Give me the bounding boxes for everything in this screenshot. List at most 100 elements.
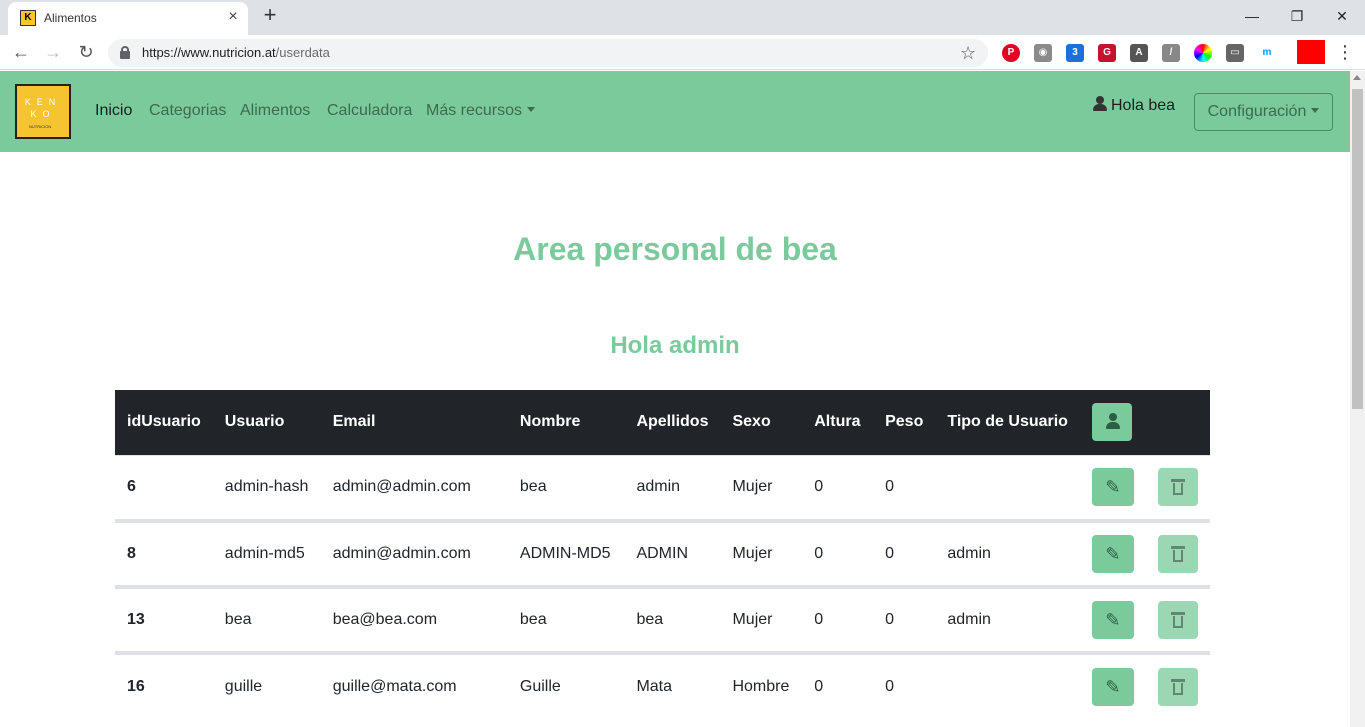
window-resizer-extension-icon[interactable]: ▭ (1226, 44, 1244, 62)
cell-nombre: ADMIN-MD5 (519, 545, 611, 562)
page-scrollbar[interactable] (1350, 71, 1365, 727)
cell-edit: ✎ (1080, 653, 1146, 719)
cell-tipo-usuario (935, 653, 1080, 719)
nav-link-categorias[interactable]: Categorias (149, 102, 226, 120)
cell-altura: 0 (814, 478, 824, 496)
profile-extension-icon[interactable] (1297, 40, 1325, 64)
cell-nombre: bea (519, 611, 547, 628)
cell-apellidos: bea (636, 611, 664, 628)
header-tipo-usuario: Tipo de Usuario (947, 413, 1068, 431)
cell-apellidos: Mata (636, 678, 673, 695)
reload-icon[interactable]: ↻ (74, 40, 98, 64)
cell-idusuario: 6 (127, 478, 136, 496)
delete-button[interactable] (1157, 535, 1198, 573)
cell-peso: 0 (885, 678, 894, 695)
cell-edit: ✎ (1080, 455, 1146, 521)
edit-button[interactable]: ✎ (1091, 468, 1134, 507)
delete-button[interactable] (1157, 668, 1198, 706)
header-sexo: Sexo (732, 413, 771, 431)
trash-icon (1170, 546, 1185, 562)
trash-icon (1170, 612, 1185, 628)
lock-icon (120, 46, 130, 59)
scrollbar-thumb[interactable] (1352, 89, 1363, 409)
header-idusuario: idUsuario (127, 413, 201, 431)
pencil-icon: ✎ (1105, 677, 1121, 697)
pencil-icon: ✎ (1105, 610, 1121, 630)
user-icon (1105, 413, 1120, 430)
table-row: 8 admin-md5 admin@admin.com ADMIN-MD5 AD… (115, 521, 1210, 587)
cell-apellidos: ADMIN (636, 545, 689, 562)
cell-email: guille@mata.com (332, 678, 457, 695)
url-text[interactable]: https://www.nutricion.at/userdata (142, 45, 330, 60)
header-peso: Peso (885, 413, 924, 431)
cell-email: bea@bea.com (332, 611, 438, 628)
cell-sexo: Mujer (732, 611, 773, 628)
nav-link-calculadora[interactable]: Calculadora (327, 102, 412, 120)
minimize-button[interactable]: — (1240, 4, 1264, 28)
edit-button[interactable]: ✎ (1091, 668, 1134, 706)
eyedropper-extension-icon[interactable]: / (1162, 44, 1180, 62)
nav-dropdown-label: Más recursos (426, 102, 523, 119)
restore-button[interactable]: ❐ (1285, 4, 1309, 28)
logo-text: KEN KO (24, 97, 62, 119)
pinterest-extension-icon[interactable]: P (1002, 44, 1020, 62)
font-extension-icon[interactable]: A (1130, 44, 1148, 62)
browser-menu-icon[interactable]: ⋮ (1336, 40, 1354, 64)
page-title: Area personal de bea (513, 231, 837, 267)
page-viewport: KEN KO NUTRICION Inicio Categorias Alime… (0, 71, 1350, 727)
new-tab-button[interactable]: + (258, 4, 282, 28)
table-row: 6 admin-hash admin@admin.com bea admin M… (115, 455, 1210, 521)
cell-edit: ✎ (1080, 587, 1146, 653)
configuracion-dropdown-button[interactable]: Configuración (1194, 93, 1333, 131)
edit-button[interactable]: ✎ (1091, 601, 1134, 639)
cell-altura: 0 (814, 611, 824, 628)
header-altura: Altura (814, 413, 861, 431)
close-window-button[interactable]: ✕ (1330, 4, 1354, 28)
back-arrow-icon[interactable]: ← (9, 40, 33, 64)
address-bar[interactable]: https://www.nutricion.at/userdata ☆ (108, 39, 988, 67)
translate-extension-icon[interactable]: G (1098, 44, 1116, 62)
tab-close-icon[interactable]: × (224, 8, 242, 26)
cell-delete (1146, 521, 1210, 587)
add-user-button[interactable] (1091, 403, 1132, 442)
scroll-up-arrow-icon[interactable] (1353, 75, 1361, 80)
browser-toolbar: ← → ↻ https://www.nutricion.at/userdata … (0, 35, 1365, 70)
user-greeting-text: Hola bea (1111, 97, 1176, 114)
browser-tabstrip: K Alimentos × + — ❐ ✕ (0, 0, 1365, 35)
user-icon (1093, 96, 1107, 111)
camera-extension-icon[interactable]: ◉ (1034, 44, 1052, 62)
cell-idusuario: 13 (127, 611, 145, 628)
site-favicon-icon: K (20, 10, 36, 26)
edit-button[interactable]: ✎ (1091, 535, 1134, 573)
cell-idusuario: 16 (127, 678, 145, 695)
nav-link-inicio[interactable]: Inicio (95, 102, 132, 120)
caret-down-icon (1311, 108, 1320, 113)
bookmark-star-icon[interactable]: ☆ (960, 42, 976, 64)
tab-title: Alimentos (44, 11, 97, 25)
css-extension-icon[interactable]: 3 (1066, 44, 1084, 62)
cell-usuario: admin-hash (224, 478, 309, 496)
table-header-row: idUsuario Usuario Email Nombre Apellidos… (115, 390, 1210, 455)
browser-tab[interactable]: K Alimentos × (8, 2, 248, 35)
trash-icon (1170, 679, 1185, 695)
cell-delete (1146, 653, 1210, 719)
cell-altura: 0 (814, 678, 824, 695)
forward-arrow-icon[interactable]: → (41, 40, 65, 64)
user-greeting[interactable]: Hola bea (1093, 96, 1175, 115)
nav-dropdown-mas-recursos[interactable]: Más recursos (426, 102, 536, 120)
site-logo[interactable]: KEN KO NUTRICION (15, 84, 71, 139)
cell-email: admin@admin.com (332, 545, 471, 562)
pencil-icon: ✎ (1105, 544, 1121, 564)
pencil-icon: ✎ (1105, 477, 1121, 498)
cell-nombre: bea (519, 478, 547, 496)
header-usuario: Usuario (224, 413, 285, 431)
header-apellidos: Apellidos (636, 413, 709, 431)
users-table: idUsuario Usuario Email Nombre Apellidos… (115, 390, 1210, 719)
nav-link-alimentos[interactable]: Alimentos (240, 102, 310, 120)
movistar-extension-icon[interactable]: m (1258, 44, 1276, 62)
delete-button[interactable] (1157, 601, 1198, 639)
cell-peso: 0 (885, 611, 894, 628)
page-subtitle: Hola admin (610, 332, 740, 359)
color-picker-extension-icon[interactable] (1194, 44, 1212, 62)
delete-button[interactable] (1157, 468, 1198, 507)
